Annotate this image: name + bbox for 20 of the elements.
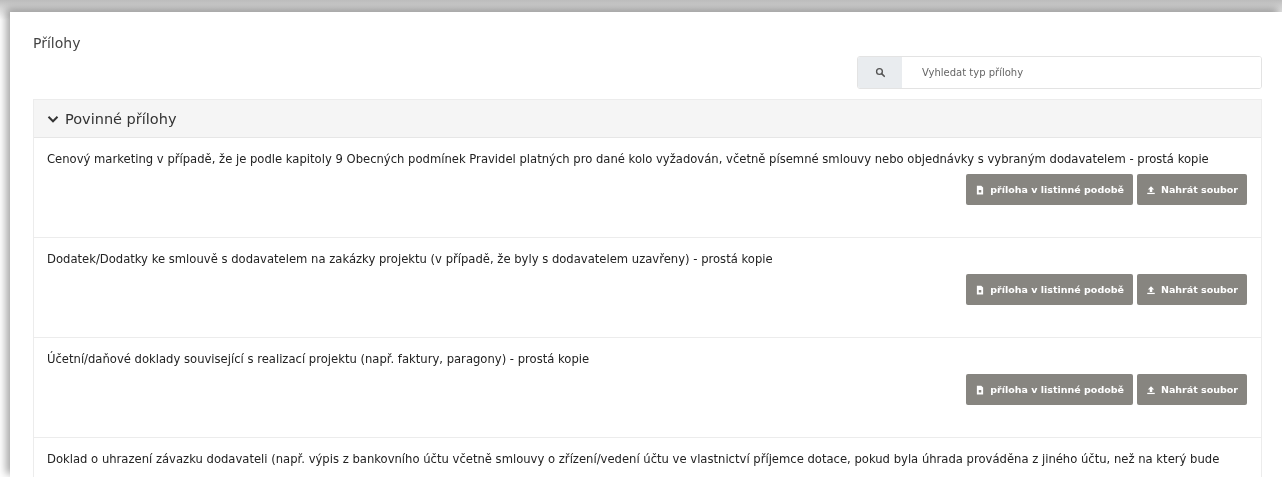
- document-icon: [975, 284, 986, 295]
- upload-icon: [1145, 184, 1156, 195]
- search-icon: [874, 67, 886, 78]
- attachment-description: Cenový marketing v případě, že je podle kapitoly 9 Obecných podmínek Pravidel platných pro dané kolo vyžadován, včetně písemné smlouvy nebo objednávky s vybraným dodavatelem - prostá kopie: [47, 151, 1210, 167]
- attachment-description: Účetní/daňové doklady související s realizací projektu (např. faktury, paragony) - prostá kopie: [47, 351, 591, 367]
- document-icon: [975, 384, 986, 395]
- attachment-description: Doklad o uhrazení závazku dodavateli (např. výpis z bankovního účtu včetně smlouvy o zřízení/vedení účtu ve vlastnictví příjemce dotace, pokud byla úhrada prováděna z jiného účtu, než na který bude: [47, 451, 1221, 467]
- search-field[interactable]: Vyhledat typ přílohy: [857, 56, 1262, 89]
- paper-attachment-button[interactable]: příloha v listinné podobě: [966, 174, 1133, 205]
- paper-attachment-button[interactable]: příloha v listinné podobě: [966, 274, 1133, 305]
- document-icon: [975, 184, 986, 195]
- upload-button[interactable]: Nahrát soubor: [1136, 274, 1247, 305]
- upload-icon: [1145, 284, 1156, 295]
- paper-attachment-button[interactable]: příloha v listinné podobě: [966, 374, 1133, 405]
- upload-button[interactable]: Nahrát soubor: [1136, 374, 1247, 405]
- section-header[interactable]: Povinné přílohy: [34, 100, 1261, 138]
- page-title: Přílohy: [33, 34, 82, 52]
- upload-icon: [1145, 384, 1156, 395]
- upload-button[interactable]: Nahrát soubor: [1136, 174, 1247, 205]
- attachment-description: Dodatek/Dodatky ke smlouvě s dodavatelem na zakázky projektu (v případě, že byly s dodavatelem uzavřeny) - prostá kopie: [47, 251, 774, 267]
